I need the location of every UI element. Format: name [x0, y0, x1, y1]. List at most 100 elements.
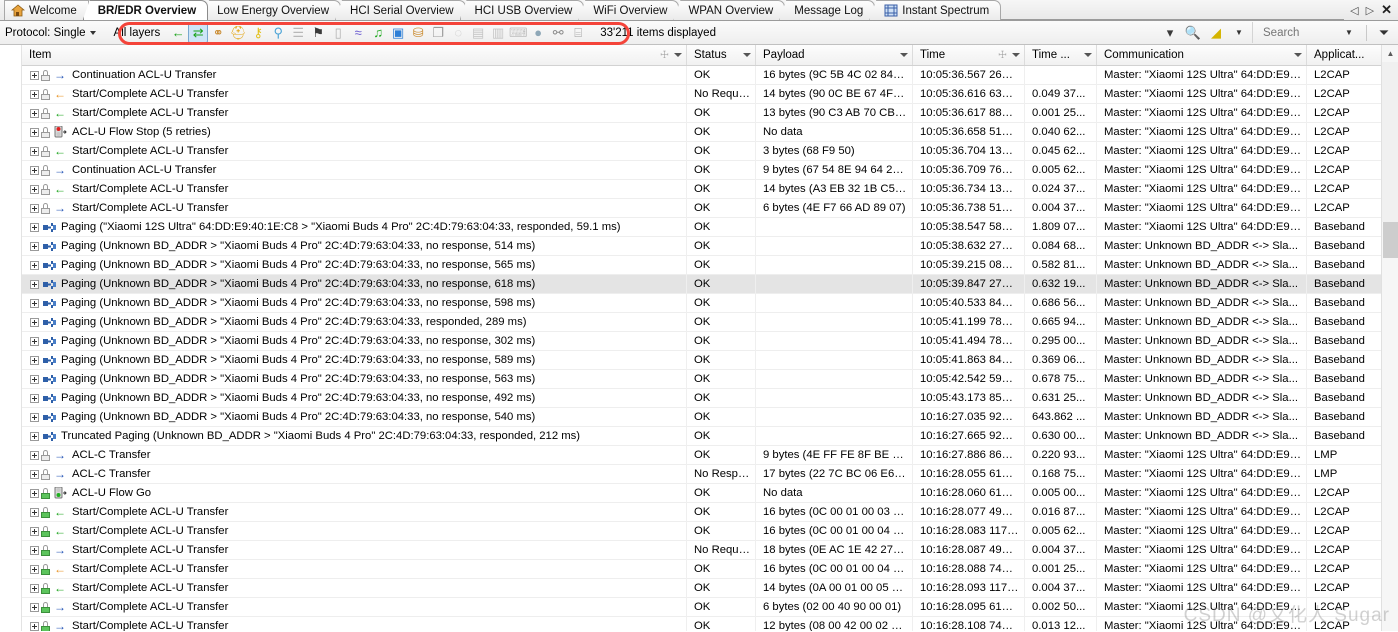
scroll-up-icon[interactable]: ▲ — [1382, 45, 1398, 62]
vertical-scrollbar[interactable]: ▲ — [1381, 45, 1398, 631]
radio-icon[interactable]: ▣ — [388, 22, 408, 43]
expand-row-icon[interactable] — [30, 564, 39, 574]
list-icon[interactable]: ☰ — [288, 22, 308, 43]
expand-row-icon[interactable] — [30, 412, 39, 422]
link-chain-icon[interactable]: ⚭ — [208, 22, 228, 43]
table-row[interactable]: Paging (Unknown BD_ADDR > "Xiaomi Buds 4… — [22, 255, 1398, 275]
key-icon[interactable]: ⚷ — [248, 22, 268, 43]
table-row[interactable]: Paging (Unknown BD_ADDR > "Xiaomi Buds 4… — [22, 293, 1398, 313]
expand-row-icon[interactable] — [30, 602, 39, 612]
expand-row-icon[interactable] — [30, 545, 39, 555]
expand-row-icon[interactable] — [30, 298, 39, 308]
column-header-status[interactable]: Status — [687, 45, 756, 65]
column-header-payload[interactable]: Payload — [756, 45, 913, 65]
column-header-time[interactable]: Time ☩ — [913, 45, 1025, 65]
table-row[interactable]: → Start/Complete ACL-U Transfer OK 12 bytes… — [22, 616, 1398, 631]
expand-row-icon[interactable] — [30, 507, 39, 517]
table-row[interactable]: Paging (Unknown BD_ADDR > "Xiaomi Buds 4… — [22, 312, 1398, 332]
binary-keyboard-icon[interactable]: ⌸ — [568, 22, 588, 43]
checkered-flag-icon[interactable]: ⚑ — [308, 22, 328, 43]
table-row[interactable]: ACL-U Flow Stop (5 retries) OK No data 10:0… — [22, 122, 1398, 142]
table-row[interactable]: → Continuation ACL-U Transfer OK 9 bytes (6… — [22, 160, 1398, 180]
chevron-down-icon[interactable] — [743, 53, 751, 57]
table-row[interactable]: Paging (Unknown BD_ADDR > "Xiaomi Buds 4… — [22, 350, 1398, 370]
table-row[interactable]: ← Start/Complete ACL-U Transfer OK 16 bytes… — [22, 502, 1398, 522]
expand-row-icon[interactable] — [30, 241, 39, 251]
table-row[interactable]: → ACL-C Transfer OK 9 bytes (4E FF FE 8F BE… — [22, 445, 1398, 465]
network-icon[interactable]: ⚯ — [548, 22, 568, 43]
expand-row-icon[interactable] — [30, 317, 39, 327]
highlight-dropdown-icon[interactable]: ▼ — [1229, 22, 1249, 43]
chevron-down-icon[interactable] — [1294, 53, 1302, 57]
expand-row-icon[interactable] — [30, 450, 39, 460]
table-row[interactable]: ← Start/Complete ACL-U Transfer No Reque..… — [22, 84, 1398, 104]
scrollbar-track-upper[interactable] — [1382, 62, 1398, 222]
tab-welcome[interactable]: Welcome — [4, 0, 89, 20]
table-row[interactable]: ← Start/Complete ACL-U Transfer OK 14 bytes… — [22, 578, 1398, 598]
table-row[interactable]: Paging (Unknown BD_ADDR > "Xiaomi Buds 4… — [22, 236, 1398, 256]
expand-row-icon[interactable] — [30, 336, 39, 346]
search-icon[interactable]: 🔍 — [1183, 22, 1203, 43]
tab-instant-spectrum[interactable]: Instant Spectrum — [869, 0, 1002, 20]
column-header-item[interactable]: Item ☩ — [22, 45, 687, 65]
table-row[interactable]: ← Start/Complete ACL-U Transfer OK 16 bytes… — [22, 521, 1398, 541]
expand-row-icon[interactable] — [30, 279, 39, 289]
table-row[interactable]: → Continuation ACL-U Transfer OK 16 bytes (… — [22, 65, 1398, 85]
tab-hci-serial-overview[interactable]: HCI Serial Overview — [335, 0, 466, 20]
pin-icon[interactable]: ☩ — [660, 50, 669, 61]
pin-icon[interactable]: ☩ — [998, 50, 1007, 61]
table-row[interactable]: ← Start/Complete ACL-U Transfer OK 14 bytes… — [22, 179, 1398, 199]
globe-grid-icon[interactable]: ◌ — [448, 22, 468, 43]
tab-message-log[interactable]: Message Log — [779, 0, 876, 20]
expand-row-icon[interactable] — [30, 165, 39, 175]
expand-row-icon[interactable] — [30, 355, 39, 365]
expand-row-icon[interactable] — [30, 621, 39, 631]
back-arrow-icon[interactable]: ← — [168, 22, 188, 43]
mouse-icon[interactable]: ▯ — [328, 22, 348, 43]
tab-br-edr-overview[interactable]: BR/EDR Overview — [82, 0, 209, 20]
globe-icon[interactable]: ● — [528, 22, 548, 43]
tab-wifi-overview[interactable]: WiFi Overview — [578, 0, 680, 20]
search-input[interactable] — [1259, 25, 1339, 40]
expand-row-icon[interactable] — [30, 393, 39, 403]
document-icon[interactable]: ▤ — [468, 22, 488, 43]
table-row[interactable]: Paging (Unknown BD_ADDR > "Xiaomi Buds 4… — [22, 331, 1398, 351]
scrollbar-thumb[interactable] — [1383, 222, 1398, 258]
column-header-time[interactable]: Time ... — [1025, 45, 1097, 65]
tab-hci-usb-overview[interactable]: HCI USB Overview — [459, 0, 585, 20]
expand-row-icon[interactable] — [30, 526, 39, 536]
books-icon[interactable]: ⛁ — [408, 22, 428, 43]
table-row[interactable]: → Start/Complete ACL-U Transfer OK 6 bytes … — [22, 597, 1398, 617]
tab-low-energy-overview[interactable]: Low Energy Overview — [202, 0, 342, 20]
table-row[interactable]: Paging (Unknown BD_ADDR > "Xiaomi Buds 4… — [22, 388, 1398, 408]
filter-icon[interactable]: ▾ — [1160, 22, 1180, 43]
book-open-icon[interactable]: ▥ — [488, 22, 508, 43]
table-row[interactable]: ← Start/Complete ACL-U Transfer OK 3 bytes … — [22, 141, 1398, 161]
expand-row-icon[interactable] — [30, 70, 39, 80]
column-header-communication[interactable]: Communication — [1097, 45, 1307, 65]
chevron-down-icon[interactable] — [674, 53, 682, 57]
chevron-down-icon[interactable] — [1012, 53, 1020, 57]
expand-row-icon[interactable] — [30, 146, 39, 156]
bidirectional-arrow-icon[interactable]: ⇄ — [188, 22, 209, 43]
table-row[interactable]: ACL-U Flow Go OK No data 10:16:28.060 617 9… — [22, 483, 1398, 503]
tab-prev-icon[interactable]: ◁ — [1350, 4, 1358, 17]
expand-row-icon[interactable] — [30, 127, 39, 137]
protocol-selector[interactable]: Protocol: Single — [5, 27, 102, 39]
expand-row-icon[interactable] — [30, 260, 39, 270]
expand-row-icon[interactable] — [30, 203, 39, 213]
chevron-down-icon[interactable] — [900, 53, 908, 57]
tab-next-icon[interactable]: ▷ — [1366, 4, 1374, 17]
layers-filter-label[interactable]: All layers — [102, 27, 169, 39]
tab-wpan-overview[interactable]: WPAN Overview — [673, 0, 786, 20]
waveform-icon[interactable]: ≈ — [348, 22, 368, 43]
table-row[interactable]: → Start/Complete ACL-U Transfer No Reque..… — [22, 540, 1398, 560]
expand-row-icon[interactable] — [30, 108, 39, 118]
copy-icon[interactable]: ❐ — [428, 22, 448, 43]
highlight-icon[interactable]: ◢ — [1206, 22, 1226, 43]
expand-row-icon[interactable] — [30, 184, 39, 194]
hat-icon[interactable]: ⛑ — [228, 22, 248, 43]
expand-row-icon[interactable] — [30, 222, 39, 232]
jump-to-icon[interactable]: ⏷ — [1374, 22, 1394, 43]
expand-row-icon[interactable] — [30, 431, 39, 441]
